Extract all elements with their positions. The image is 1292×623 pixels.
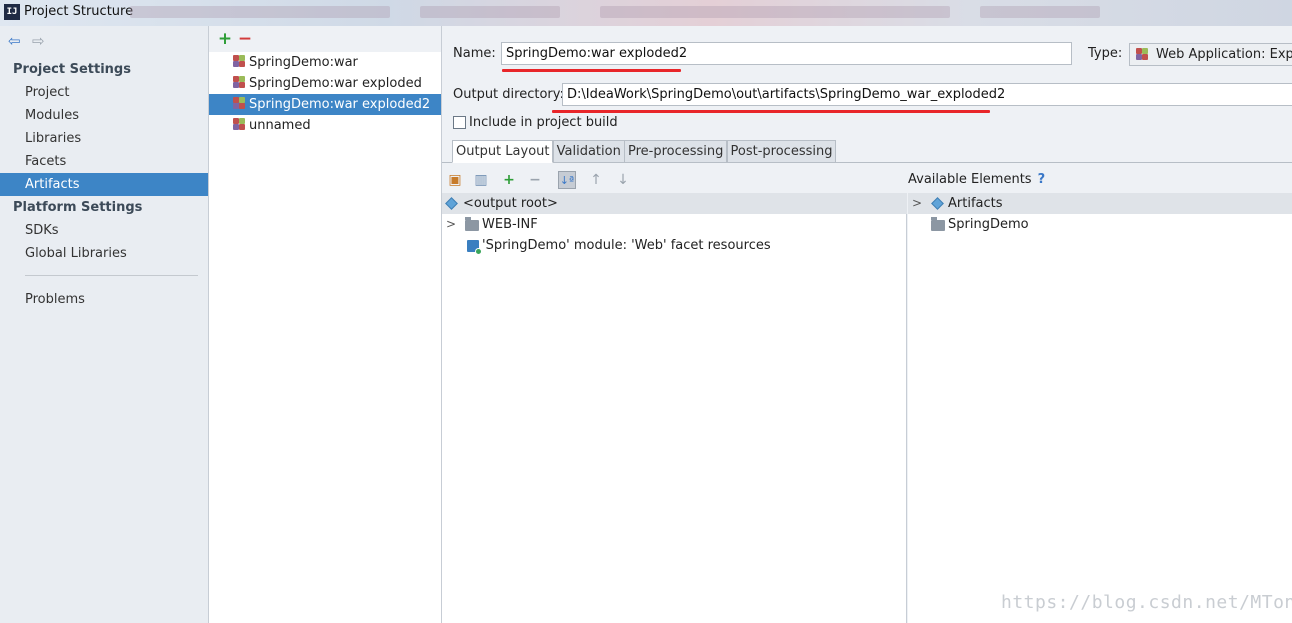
create-directory-icon[interactable]: ▣	[446, 171, 464, 189]
tree-row-label: 'SpringDemo' module: 'Web' facet resourc…	[482, 238, 771, 253]
sidebar-item-facets[interactable]: Facets	[0, 150, 208, 173]
tab-pre-processing[interactable]: Pre-processing	[623, 140, 728, 163]
annotation-underline	[552, 110, 990, 113]
name-field[interactable]: SpringDemo:war exploded2	[501, 42, 1072, 65]
type-combobox-value: Web Application: Exploded	[1156, 47, 1292, 62]
artifact-list-toolbar: + −	[209, 26, 441, 52]
web-application-icon	[1136, 48, 1149, 62]
tree-row-output-root[interactable]: <output root>	[442, 193, 907, 214]
available-elements-title: Available Elements	[908, 172, 1032, 187]
chevron-right-icon[interactable]: >	[912, 193, 922, 214]
add-element-icon[interactable]: +	[500, 171, 518, 189]
artifact-list-panel: + − SpringDemo:war SpringDemo:war explode…	[209, 26, 442, 623]
remove-element-icon[interactable]: −	[526, 171, 544, 189]
available-elements-header: Available Elements?	[908, 167, 1292, 193]
tree-row-label: Artifacts	[948, 196, 1003, 211]
tab-divider	[442, 162, 1292, 163]
war-exploded-artifact-icon	[233, 76, 246, 90]
forward-arrow-icon[interactable]: ⇨	[32, 32, 48, 50]
back-arrow-icon[interactable]: ⇦	[8, 32, 24, 50]
tab-validation[interactable]: Validation	[552, 140, 625, 163]
add-artifact-icon[interactable]: +	[215, 26, 235, 52]
intellij-app-icon: IJ	[4, 4, 20, 20]
tree-row-label: SpringDemo	[948, 217, 1029, 232]
type-label: Type:	[1088, 46, 1123, 61]
settings-sidebar: ⇦ ⇨ Project Settings Project Modules Libr…	[0, 26, 209, 623]
artifact-item[interactable]: SpringDemo:war exploded	[209, 73, 441, 94]
war-artifact-icon	[233, 55, 246, 69]
output-directory-field[interactable]: D:\IdeaWork\SpringDemo\out\artifacts\Spr…	[562, 83, 1292, 106]
artifact-item-label: unnamed	[249, 118, 311, 133]
artifact-item-selected[interactable]: SpringDemo:war exploded2	[209, 94, 441, 115]
background-window-title-blur	[600, 6, 950, 18]
project-settings-heading: Project Settings	[13, 62, 131, 77]
background-window-title-blur	[420, 6, 560, 18]
watermark-text: https://blog.csdn.net/MTone1	[1001, 592, 1292, 613]
module-folder-icon	[931, 217, 945, 231]
window-title: Project Structure	[24, 4, 134, 19]
history-nav: ⇦ ⇨	[8, 32, 56, 50]
artifact-item[interactable]: SpringDemo:war	[209, 52, 441, 73]
sidebar-item-problems[interactable]: Problems	[0, 288, 208, 311]
archive-icon[interactable]: ▥	[472, 171, 490, 189]
artifact-item-label: SpringDemo:war	[249, 55, 358, 70]
tree-row-label: <output root>	[463, 196, 558, 211]
artifacts-icon	[931, 197, 944, 210]
sidebar-item-global-libraries[interactable]: Global Libraries	[0, 242, 208, 265]
sidebar-item-libraries[interactable]: Libraries	[0, 127, 208, 150]
include-in-build-label[interactable]: Include in project build	[469, 115, 618, 130]
platform-settings-heading: Platform Settings	[13, 200, 143, 215]
output-directory-label: Output directory:	[453, 87, 564, 102]
output-layout-toolbar: ▣ ▥ + − ↓ª ↑ ↓	[442, 167, 907, 193]
artifact-item-label: SpringDemo:war exploded	[249, 76, 422, 91]
output-layout-tree: ▣ ▥ + − ↓ª ↑ ↓ <output root> > WEB-INF '…	[442, 167, 907, 623]
artifact-tabs: Output Layout Validation Pre-processing …	[452, 140, 837, 163]
type-combobox[interactable]: Web Application: Exploded	[1129, 43, 1292, 66]
sidebar-item-artifacts[interactable]: Artifacts	[0, 173, 208, 196]
include-in-build-checkbox[interactable]	[453, 116, 466, 129]
folder-icon	[465, 217, 479, 231]
war-artifact-icon	[233, 118, 246, 132]
tree-row-module[interactable]: SpringDemo	[908, 214, 1292, 235]
artifact-item-label: SpringDemo:war exploded2	[249, 97, 431, 112]
tree-row-facet-resources[interactable]: 'SpringDemo' module: 'Web' facet resourc…	[442, 235, 907, 256]
annotation-underline	[502, 69, 681, 72]
available-elements-tree: Available Elements? > Artifacts SpringDe…	[908, 167, 1292, 623]
tree-row-artifacts[interactable]: > Artifacts	[908, 193, 1292, 214]
sidebar-item-sdks[interactable]: SDKs	[0, 219, 208, 242]
tree-row-web-inf[interactable]: > WEB-INF	[442, 214, 907, 235]
tree-row-label: WEB-INF	[482, 217, 538, 232]
artifact-detail-panel: Name: SpringDemo:war exploded2 Type: Web…	[442, 26, 1292, 623]
sidebar-divider	[25, 275, 198, 276]
chevron-right-icon[interactable]: >	[446, 214, 456, 235]
tab-post-processing[interactable]: Post-processing	[726, 140, 837, 163]
output-root-icon	[445, 197, 458, 210]
background-window-title-blur	[130, 6, 390, 18]
move-down-icon[interactable]: ↓	[614, 171, 632, 189]
web-facet-icon	[467, 240, 482, 255]
name-label: Name:	[453, 46, 496, 61]
move-up-icon[interactable]: ↑	[587, 171, 605, 189]
background-window-title-blur	[980, 6, 1100, 18]
help-icon[interactable]: ?	[1038, 172, 1046, 187]
sidebar-item-project[interactable]: Project	[0, 81, 208, 104]
sort-elements-icon[interactable]: ↓ª	[558, 171, 576, 189]
window-title-bar: IJ Project Structure	[0, 0, 1292, 26]
war-exploded-artifact-icon	[233, 97, 246, 111]
remove-artifact-icon[interactable]: −	[235, 26, 255, 52]
tab-output-layout[interactable]: Output Layout	[452, 140, 554, 163]
artifact-item[interactable]: unnamed	[209, 115, 441, 136]
sidebar-item-modules[interactable]: Modules	[0, 104, 208, 127]
